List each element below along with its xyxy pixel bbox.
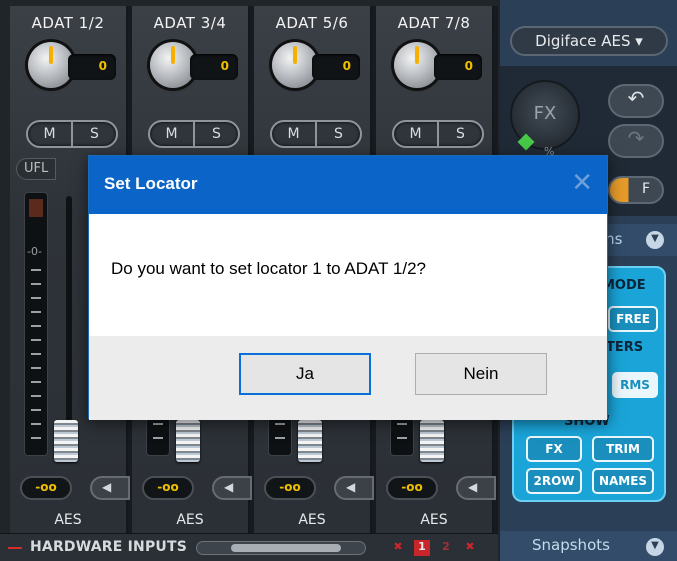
volume-value[interactable]: -oo — [264, 476, 316, 500]
channel-name: ADAT 3/4 — [153, 14, 227, 32]
yes-button[interactable]: Ja — [239, 353, 371, 395]
dialog-message: Do you want to set locator 1 to ADAT 1/2… — [111, 259, 426, 278]
mute-button[interactable]: M — [28, 122, 73, 146]
fader-track — [66, 196, 72, 456]
device-selector[interactable]: Digiface AES ▾ — [510, 26, 668, 56]
gain-value: 0 — [312, 54, 360, 80]
pan-left-icon[interactable]: ◀ — [456, 476, 496, 500]
bottom-bar: HARDWARE INPUTS ✖ 1 2 ✖ — [0, 533, 498, 561]
meter-scale — [31, 269, 41, 439]
redo-icon: ↷ — [627, 126, 645, 150]
show-fx-button[interactable]: FX — [526, 436, 582, 462]
mute-button[interactable]: M — [272, 122, 317, 146]
meters-label: TERS — [606, 340, 644, 355]
solo-button[interactable]: S — [439, 122, 482, 146]
rms-button[interactable]: RMS — [612, 372, 658, 398]
output-label[interactable]: AES — [132, 512, 248, 528]
volume-value[interactable]: -oo — [386, 476, 438, 500]
fx-knob-label: FX — [533, 103, 557, 124]
pan-left-icon[interactable]: ◀ — [90, 476, 130, 500]
show-trim-button[interactable]: TRIM — [592, 436, 654, 462]
solo-button[interactable]: S — [317, 122, 360, 146]
redo-button[interactable]: ↷ — [608, 124, 664, 158]
mute-solo-buttons: M S — [148, 120, 240, 148]
f-button[interactable]: F — [608, 176, 664, 204]
close-icon[interactable]: ✕ — [571, 169, 593, 195]
show-names-button[interactable]: NAMES — [592, 468, 654, 494]
output-label[interactable]: AES — [254, 512, 370, 528]
ufl-button[interactable]: UFL — [16, 158, 56, 180]
clip-indicator — [29, 199, 43, 217]
gain-value: 0 — [190, 54, 238, 80]
chevron-down-icon[interactable]: ▼ — [646, 231, 664, 249]
pan-left-icon[interactable]: ◀ — [334, 476, 374, 500]
volume-fader[interactable] — [298, 420, 322, 462]
section-marker — [8, 547, 22, 549]
locator-2-button[interactable]: 2 — [438, 540, 454, 556]
level-meter: -0- — [24, 192, 48, 456]
dialog-titlebar[interactable]: Set Locator ✕ — [89, 156, 607, 214]
section-label: HARDWARE INPUTS — [30, 539, 188, 555]
volume-fader[interactable] — [176, 420, 200, 462]
device-name: Digiface AES — [535, 32, 631, 50]
channel-name: ADAT 5/6 — [275, 14, 349, 32]
dialog-title: Set Locator — [104, 174, 198, 193]
set-locator-dialog: Set Locator ✕ Do you want to set locator… — [88, 155, 608, 420]
mute-button[interactable]: M — [150, 122, 195, 146]
output-label[interactable]: AES — [376, 512, 492, 528]
mute-solo-buttons: M S — [270, 120, 362, 148]
scrollbar-thumb[interactable] — [231, 544, 341, 552]
snapshots-header[interactable]: Snapshots ▼ — [500, 531, 677, 561]
volume-fader[interactable] — [54, 420, 78, 462]
solo-button[interactable]: S — [73, 122, 116, 146]
gain-value: 0 — [68, 54, 116, 80]
snapshots-label: Snapshots — [532, 536, 610, 554]
mute-solo-buttons: M S — [26, 120, 118, 148]
locator-clear-icon[interactable]: ✖ — [390, 540, 406, 556]
locator-clear-icon[interactable]: ✖ — [462, 540, 478, 556]
channel-name: ADAT 7/8 — [397, 14, 471, 32]
free-button[interactable]: FREE — [608, 306, 658, 332]
channel-scrollbar[interactable] — [196, 541, 366, 555]
volume-value[interactable]: -oo — [142, 476, 194, 500]
chevron-down-icon[interactable]: ▼ — [646, 538, 664, 556]
dropdown-arrow-icon: ▾ — [630, 32, 643, 50]
undo-button[interactable]: ↶ — [608, 84, 664, 118]
gain-value: 0 — [434, 54, 482, 80]
volume-value[interactable]: -oo — [20, 476, 72, 500]
mode-label: MODE — [602, 278, 646, 293]
show-2row-button[interactable]: 2ROW — [526, 468, 582, 494]
locator-1-button[interactable]: 1 — [414, 540, 430, 556]
volume-fader[interactable] — [420, 420, 444, 462]
channel-name: ADAT 1/2 — [31, 14, 105, 32]
meter-zero-label: -0- — [27, 245, 42, 258]
undo-icon: ↶ — [627, 86, 645, 110]
no-button[interactable]: Nein — [415, 353, 547, 395]
mute-button[interactable]: M — [394, 122, 439, 146]
mute-solo-buttons: M S — [392, 120, 484, 148]
pan-left-icon[interactable]: ◀ — [212, 476, 252, 500]
output-label[interactable]: AES — [10, 512, 126, 528]
solo-button[interactable]: S — [195, 122, 238, 146]
